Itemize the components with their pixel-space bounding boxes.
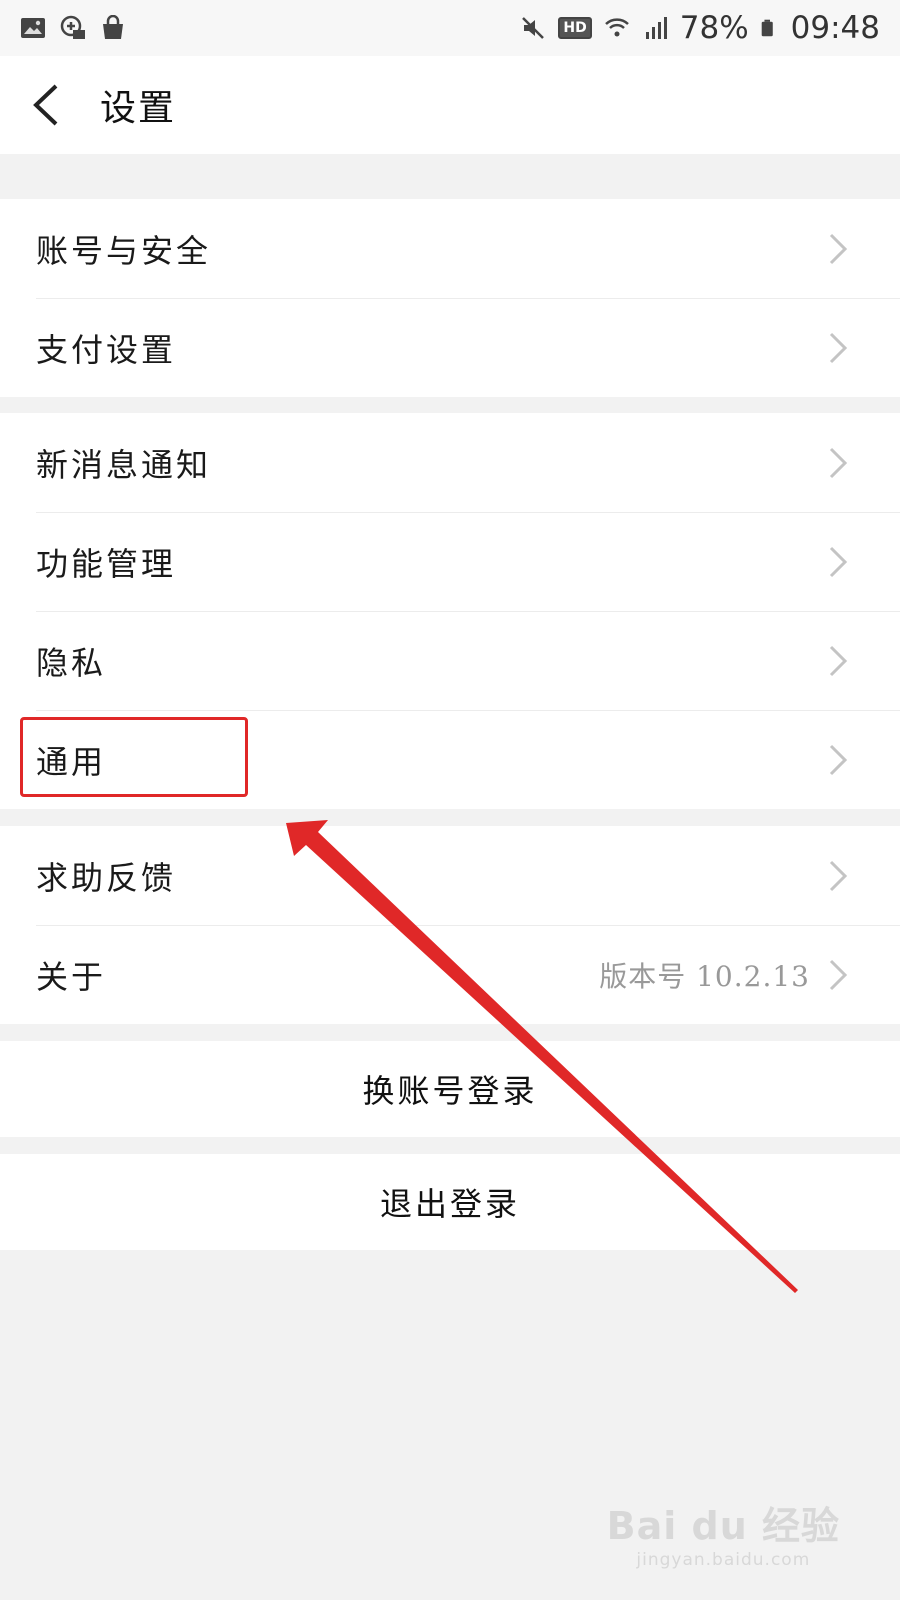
switch-account-button[interactable]: 换账号登录: [0, 1041, 900, 1137]
watermark-url: jingyan.baidu.com: [636, 1550, 811, 1570]
image-icon: [21, 18, 45, 38]
settings-item-notifications[interactable]: 新消息通知: [0, 413, 900, 512]
status-bar: HD 78% 09:48: [0, 0, 900, 56]
chevron-right-icon: [829, 447, 848, 478]
vpn-mail-icon: [60, 15, 85, 39]
watermark-logo: Bai du 经验: [606, 1504, 840, 1548]
nav-bar: 设置: [0, 56, 900, 154]
settings-group-help: 求助反馈 关于 版本号 10.2.13: [0, 826, 900, 1024]
switch-account-label: 换账号登录: [362, 1072, 538, 1110]
settings-item-label: 功能管理: [36, 544, 177, 583]
settings-group-account: 账号与安全 支付设置: [0, 199, 900, 397]
back-button[interactable]: [30, 56, 100, 154]
settings-item-label: 隐私: [36, 643, 107, 682]
mute-icon: [522, 17, 545, 39]
settings-item-label: 求助反馈: [36, 858, 177, 897]
settings-item-payment[interactable]: 支付设置: [0, 298, 900, 397]
settings-item-about[interactable]: 关于 版本号 10.2.13: [0, 925, 900, 1024]
version-label: 版本号 10.2.13: [599, 959, 810, 993]
baidu-watermark: Bai du 经验 jingyan.baidu.com: [607, 1495, 840, 1570]
chevron-right-icon: [829, 744, 848, 775]
logout-button[interactable]: 退出登录: [0, 1154, 900, 1250]
status-bar-right: HD 78% 09:48: [520, 10, 880, 46]
settings-item-label: 账号与安全: [36, 231, 212, 270]
settings-item-features[interactable]: 功能管理: [0, 512, 900, 611]
page-title: 设置: [100, 88, 177, 129]
chevron-left-icon: [33, 84, 58, 126]
settings-item-account-security[interactable]: 账号与安全: [0, 199, 900, 298]
wifi-icon: [604, 18, 629, 37]
settings-item-label: 通用: [36, 742, 107, 781]
hd-icon: HD: [558, 17, 592, 39]
chevron-right-icon: [829, 959, 848, 990]
settings-item-label: 新消息通知: [36, 445, 212, 484]
signal-4g-icon: [645, 17, 667, 39]
settings-item-label: 支付设置: [36, 330, 177, 369]
battery-percent: 78%: [679, 10, 749, 46]
logout-label: 退出登录: [379, 1185, 520, 1223]
clock: 09:48: [790, 10, 880, 46]
chevron-right-icon: [829, 546, 848, 577]
settings-group-general: 新消息通知 功能管理 隐私 通用: [0, 413, 900, 809]
settings-item-privacy[interactable]: 隐私: [0, 611, 900, 710]
chevron-right-icon: [829, 860, 848, 891]
settings-item-general[interactable]: 通用: [0, 710, 900, 809]
chevron-right-icon: [829, 645, 848, 676]
settings-item-label: 关于: [36, 957, 107, 996]
settings-item-feedback[interactable]: 求助反馈: [0, 826, 900, 925]
battery-icon: [761, 19, 773, 37]
chevron-right-icon: [829, 332, 848, 363]
shopping-bag-icon: [103, 15, 123, 39]
chevron-right-icon: [829, 233, 848, 264]
status-bar-left: [20, 15, 126, 41]
